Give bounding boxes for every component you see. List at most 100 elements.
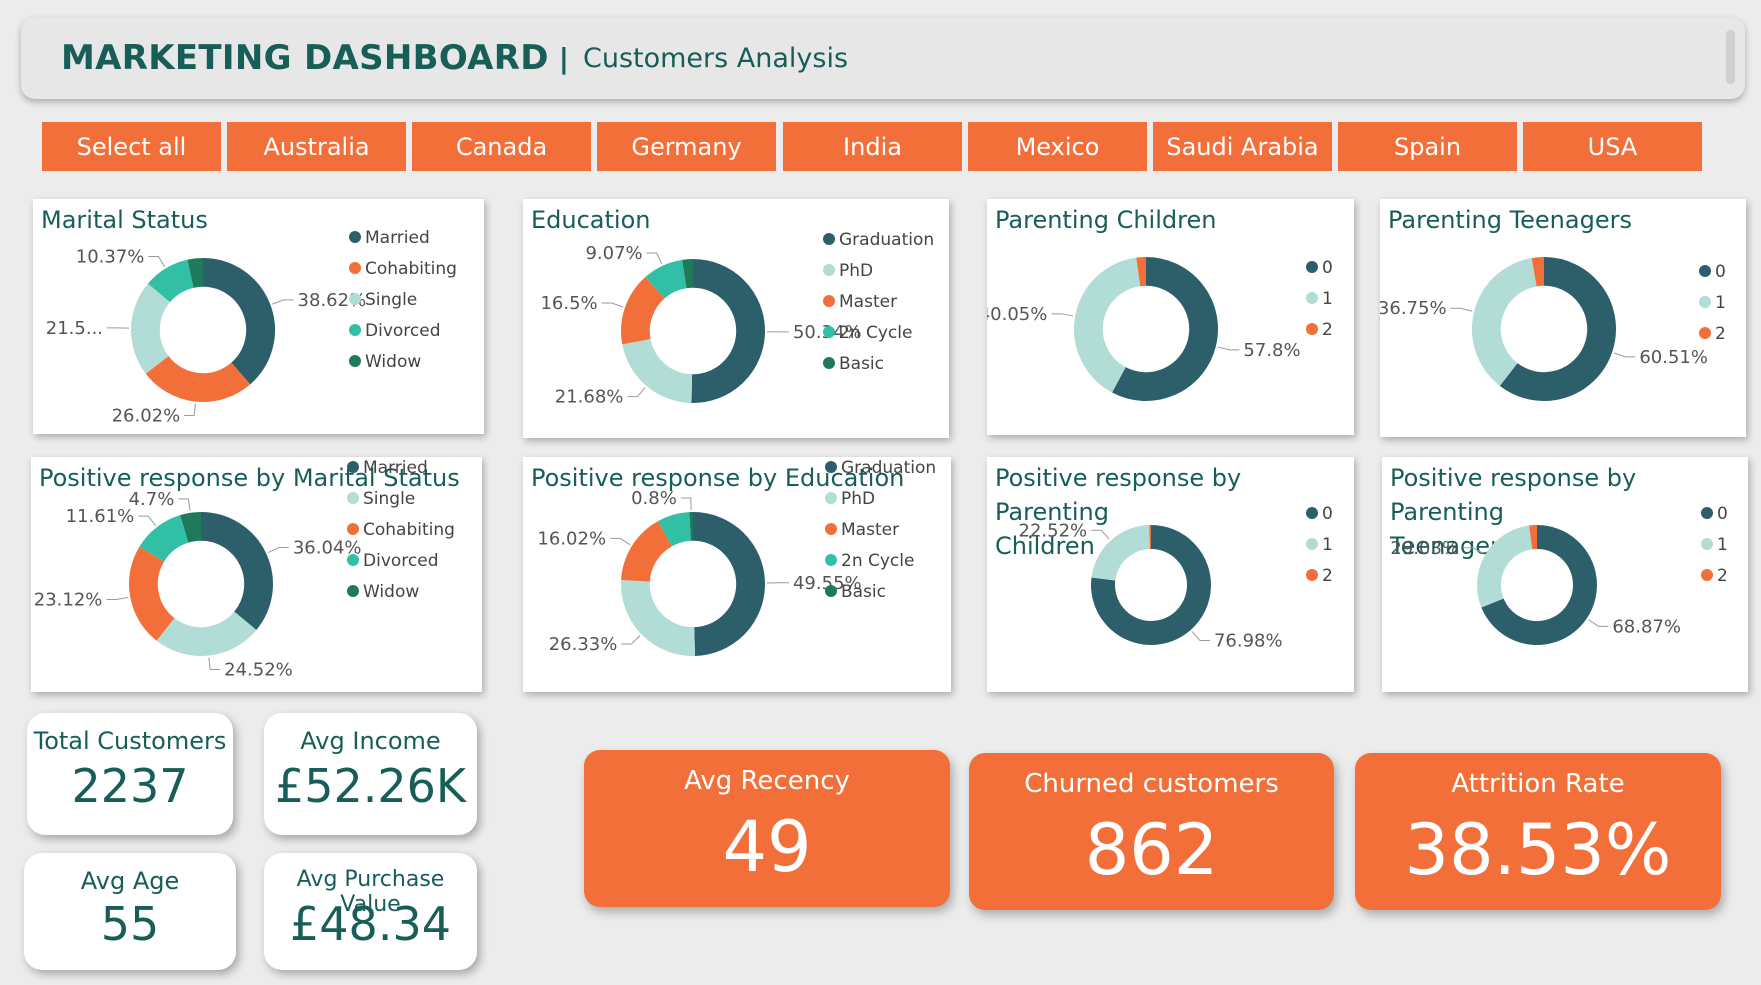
legend-item[interactable]: 1 [1717, 535, 1728, 555]
donut-slice-phd[interactable] [622, 338, 693, 403]
legend-marker [347, 461, 359, 473]
legend-item[interactable]: Widow [363, 582, 419, 602]
donut-slice-single[interactable] [156, 611, 257, 656]
legend-item[interactable]: PhD [839, 261, 873, 281]
legend-item[interactable]: 2 [1322, 566, 1333, 586]
positive-education-card[interactable]: Positive response by Education 49.55% 26.… [523, 457, 951, 692]
legend-item[interactable]: 2 [1715, 324, 1726, 344]
donut-slice-1[interactable] [1472, 258, 1538, 386]
donut-slice-graduation[interactable] [691, 259, 765, 403]
donut-slice-master[interactable] [621, 521, 673, 583]
donut-slice-2n-cycle[interactable] [657, 512, 692, 547]
legend-item[interactable]: 1 [1715, 293, 1726, 313]
leader-line [1217, 346, 1240, 351]
kpi-value: 49 [722, 806, 812, 888]
data-label: 21.5... [46, 318, 103, 339]
legend-item[interactable]: Married [365, 228, 430, 248]
legend-item[interactable]: Basic [841, 582, 886, 602]
slicer-mexico[interactable]: Mexico [968, 122, 1147, 171]
data-label: 76.98% [1214, 630, 1283, 651]
donut-slice-1[interactable] [1074, 257, 1141, 393]
slicer-australia[interactable]: Australia [227, 122, 406, 171]
donut-slice-master[interactable] [621, 276, 665, 345]
education-card[interactable]: Education 50.34%21.68%16.5%9.07%Graduati… [523, 199, 949, 438]
donut-slice-basic[interactable] [682, 259, 694, 289]
data-label: 0.8% [631, 488, 677, 509]
donut-slice-divorced[interactable] [139, 515, 190, 563]
donut-slice-1[interactable] [1477, 525, 1533, 608]
header-scrollbar[interactable] [1726, 30, 1735, 84]
positive-children-card[interactable]: Positive response by Parenting Children … [987, 457, 1354, 692]
legend-item[interactable]: 0 [1717, 504, 1728, 524]
kpi-label: Avg Income [300, 727, 441, 755]
kpi-label: Attrition Rate [1451, 769, 1625, 799]
slicer-saudi-arabia[interactable]: Saudi Arabia [1153, 122, 1332, 171]
legend-item[interactable]: 2 [1322, 320, 1333, 340]
donut-slice-widow[interactable] [187, 258, 204, 288]
legend-item[interactable]: Cohabiting [363, 520, 455, 540]
donut-slice-2n-cycle[interactable] [645, 259, 688, 299]
legend-item[interactable]: Single [365, 290, 417, 310]
legend-item[interactable]: Cohabiting [365, 259, 457, 279]
legend-marker [347, 585, 359, 597]
donut-slice-married[interactable] [200, 512, 273, 631]
data-label: 16.5% [540, 293, 597, 314]
slicer-germany[interactable]: Germany [597, 122, 776, 171]
legend-item[interactable]: Divorced [363, 551, 439, 571]
marital-status-card[interactable]: Marital Status 38.62% 26.02% 21.5... 10.37%… [33, 199, 484, 434]
legend-item[interactable]: 2n Cycle [839, 323, 912, 343]
legend-item[interactable]: Graduation [839, 230, 934, 250]
donut-slice-graduation[interactable] [692, 512, 765, 656]
donut-slice-phd[interactable] [621, 580, 696, 656]
legend-item[interactable]: 1 [1322, 535, 1333, 555]
leader-line [1588, 619, 1609, 627]
donut-slice-widow[interactable] [180, 512, 202, 543]
leader-line [621, 635, 641, 645]
parenting-teenagers-donut: 60.51% 36.75% 0 1 2 [1380, 257, 1726, 401]
donut-slice-2[interactable] [1136, 257, 1147, 287]
legend-item[interactable]: PhD [841, 489, 875, 509]
legend-item[interactable]: 0 [1715, 262, 1726, 282]
legend-item[interactable]: Basic [839, 354, 884, 374]
donut-slice-divorced[interactable] [147, 259, 195, 303]
dashboard-header: MARKETING DASHBOARD | Customers Analysis [21, 17, 1745, 99]
parenting-teenagers-card[interactable]: Parenting Teenagers 60.51% 36.75% 0 1 2 [1380, 199, 1746, 437]
donut-slice-1[interactable] [1091, 525, 1151, 582]
slicer-spain[interactable]: Spain [1338, 122, 1517, 171]
legend-item[interactable]: Widow [365, 352, 421, 372]
legend-marker [349, 293, 361, 305]
data-label: 36.75% [1380, 298, 1447, 319]
slicer-usa[interactable]: USA [1523, 122, 1702, 171]
legend-item[interactable]: Master [841, 520, 899, 540]
avg-recency-card: Avg Recency 49 [584, 750, 950, 907]
legend-item[interactable]: Divorced [365, 321, 441, 341]
slicer-canada[interactable]: Canada [412, 122, 591, 171]
kpi-label: Total Customers [33, 727, 227, 755]
legend-item[interactable]: 0 [1322, 258, 1333, 278]
donut-slice-0[interactable] [1112, 257, 1218, 401]
legend-item[interactable]: 2 [1717, 566, 1728, 586]
legend-item[interactable]: Married [363, 458, 428, 478]
slicer-select-all[interactable]: Select all [42, 122, 221, 171]
legend-item[interactable]: 0 [1322, 504, 1333, 524]
attrition-rate-card: Attrition Rate 38.53% [1355, 753, 1721, 910]
donut-slice-2[interactable] [1531, 257, 1545, 287]
donut-slice-married[interactable] [202, 258, 275, 385]
legend-item[interactable]: 2n Cycle [841, 551, 914, 571]
donut-slice-single[interactable] [131, 283, 171, 374]
total-customers-card: Total Customers 2237 [27, 713, 233, 835]
donut-slice-cohabiting[interactable] [129, 546, 175, 641]
donut-slice-cohabiting[interactable] [145, 355, 251, 402]
parenting-children-card[interactable]: Parenting Children 57.8%40.05%012 [987, 199, 1354, 435]
positive-teenagers-card[interactable]: Positive response by Parenting Teenagers… [1382, 457, 1748, 692]
leader-line [1463, 547, 1484, 555]
legend-item[interactable]: Single [363, 489, 415, 509]
legend-item[interactable]: Graduation [841, 458, 936, 478]
positive-marital-card[interactable]: Positive response by Marital Status 36.0… [31, 457, 482, 692]
legend-item[interactable]: Master [839, 292, 897, 312]
leader-line [138, 515, 157, 526]
legend-item[interactable]: 1 [1322, 289, 1333, 309]
legend-marker [825, 492, 837, 504]
slicer-india[interactable]: India [783, 122, 962, 171]
leader-line [1051, 313, 1074, 317]
